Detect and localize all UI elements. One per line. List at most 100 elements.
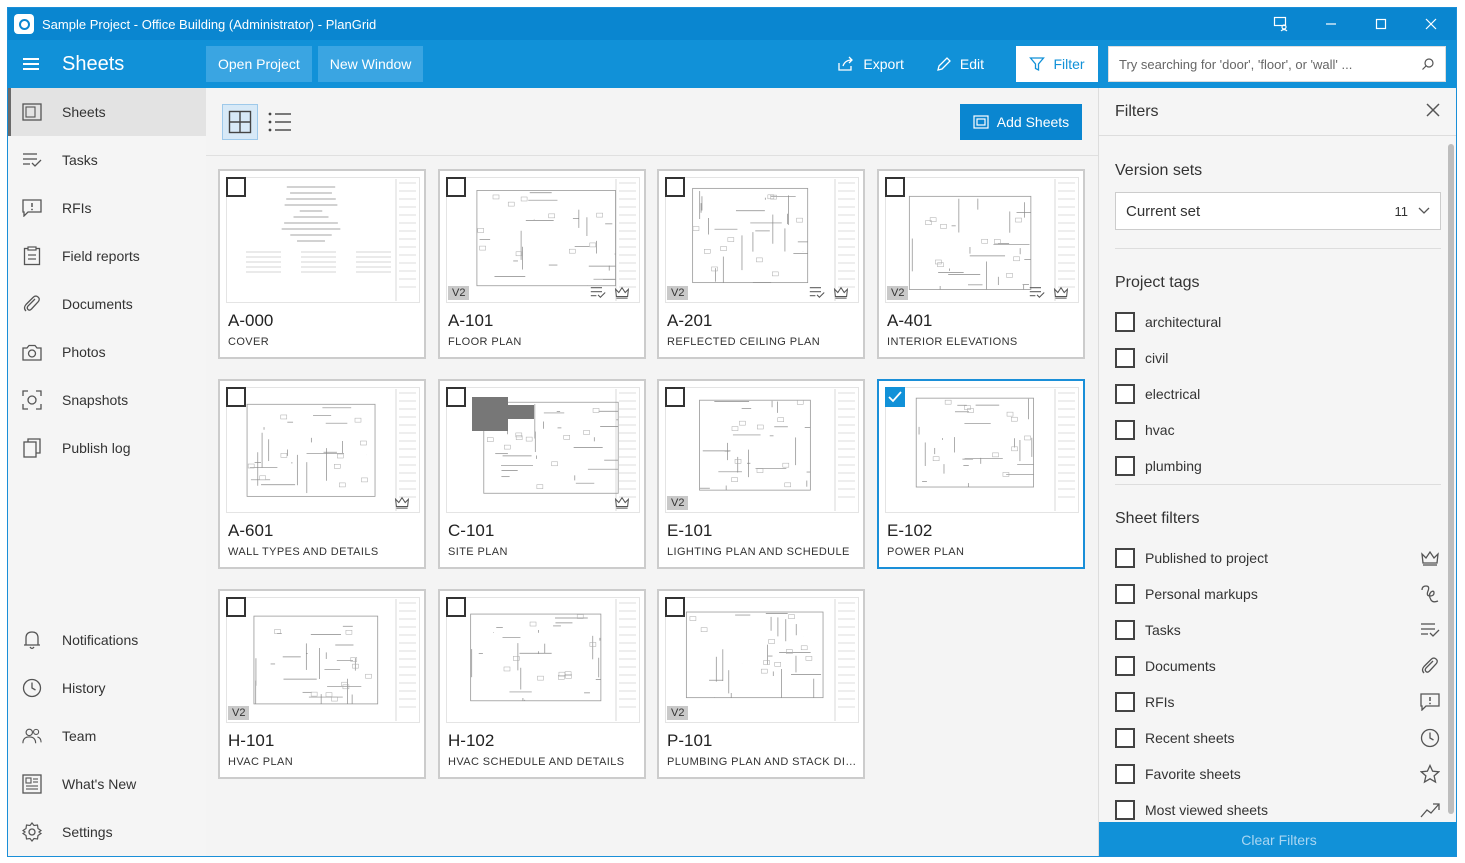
- checkbox[interactable]: [1115, 764, 1135, 784]
- sidebar-item-snapshots[interactable]: Snapshots: [8, 376, 206, 424]
- checkbox[interactable]: [1115, 656, 1135, 676]
- sidebar-item-settings[interactable]: Settings: [8, 808, 206, 856]
- checkbox[interactable]: [1115, 692, 1135, 712]
- checkbox[interactable]: [1115, 584, 1135, 604]
- menu-icon[interactable]: [8, 58, 54, 70]
- sheet-name: POWER PLAN: [887, 546, 965, 558]
- checkbox[interactable]: [1115, 312, 1135, 332]
- tag-filter-plumbing[interactable]: plumbing: [1115, 454, 1441, 478]
- open-project-button[interactable]: Open Project: [206, 46, 312, 82]
- sidebar-item-publish-log[interactable]: Publish log: [8, 424, 206, 472]
- sheet-filter-documents[interactable]: Documents: [1115, 654, 1441, 678]
- checkbox[interactable]: [1115, 728, 1135, 748]
- sidebar-item-photos[interactable]: Photos: [8, 328, 206, 376]
- sidebar-item-rfis[interactable]: RFIs: [8, 184, 206, 232]
- sidebar-item-history[interactable]: History: [8, 664, 206, 712]
- add-sheets-button[interactable]: Add Sheets: [960, 104, 1082, 140]
- sidebar-item-tasks[interactable]: Tasks: [8, 136, 206, 184]
- sheet-thumbnail[interactable]: [446, 387, 640, 513]
- grid-view-button[interactable]: [222, 104, 258, 140]
- sheet-thumbnail[interactable]: [226, 177, 420, 303]
- sheet-thumbnail[interactable]: [885, 387, 1079, 513]
- feedback-icon[interactable]: [1256, 8, 1306, 40]
- sheet-checkbox[interactable]: [226, 387, 246, 407]
- sheet-thumbnail[interactable]: [226, 387, 420, 513]
- minimize-button[interactable]: [1306, 8, 1356, 40]
- sheet-filter-personal-markups[interactable]: Personal markups: [1115, 582, 1441, 606]
- sheet-card[interactable]: V2 E-101 LIGHTING PLAN AND SCHEDULE: [657, 379, 865, 569]
- sheet-filter-published-to-project[interactable]: Published to project: [1115, 546, 1441, 570]
- sheet-filter-label: Personal markups: [1145, 586, 1258, 602]
- sheet-checkbox[interactable]: [885, 177, 905, 197]
- sidebar-item-sheets[interactable]: Sheets: [8, 88, 206, 136]
- edit-button[interactable]: Edit: [936, 56, 984, 72]
- sheet-name: FLOOR PLAN: [448, 336, 522, 348]
- maximize-button[interactable]: [1356, 8, 1406, 40]
- filter-button[interactable]: Filter: [1016, 46, 1098, 82]
- sheet-checkbox[interactable]: [665, 177, 685, 197]
- window-title: Sample Project - Office Building (Admini…: [42, 16, 377, 32]
- sheet-thumbnail[interactable]: [446, 597, 640, 723]
- checkbox[interactable]: [1115, 800, 1135, 820]
- pencil-icon: [936, 57, 951, 71]
- sidebar-item-documents[interactable]: Documents: [8, 280, 206, 328]
- sidebar-item-notifications[interactable]: Notifications: [8, 616, 206, 664]
- sheet-checkbox[interactable]: [885, 387, 905, 407]
- checkbox[interactable]: [1115, 384, 1135, 404]
- sheet-filter-recent-sheets[interactable]: Recent sheets: [1115, 726, 1441, 750]
- sheet-thumbnail[interactable]: [665, 177, 859, 303]
- trending-icon: [1419, 799, 1441, 821]
- version-badge: V2: [667, 706, 689, 720]
- export-button[interactable]: Export: [837, 56, 904, 72]
- sheet-card[interactable]: A-000 COVER: [218, 169, 426, 359]
- sheet-filter-tasks[interactable]: Tasks: [1115, 618, 1441, 642]
- sheet-checkbox[interactable]: [226, 177, 246, 197]
- sheet-checkbox[interactable]: [226, 597, 246, 617]
- sidebar-item-field-reports[interactable]: Field reports: [8, 232, 206, 280]
- grid-icon: [228, 110, 252, 134]
- tag-filter-hvac[interactable]: hvac: [1115, 418, 1441, 442]
- sheet-checkbox[interactable]: [665, 387, 685, 407]
- sheet-filter-rfis[interactable]: RFIs: [1115, 690, 1441, 714]
- tag-filter-electrical[interactable]: electrical: [1115, 382, 1441, 406]
- tag-filter-architectural[interactable]: architectural: [1115, 310, 1441, 334]
- checkbox[interactable]: [1115, 620, 1135, 640]
- sheet-code: A-401: [887, 311, 933, 330]
- filters-scrollbar[interactable]: [1448, 144, 1454, 814]
- sheet-thumbnail[interactable]: [665, 387, 859, 513]
- version-set-select[interactable]: Current set 11: [1115, 192, 1441, 230]
- sheet-filter-favorite-sheets[interactable]: Favorite sheets: [1115, 762, 1441, 786]
- list-view-button[interactable]: [262, 104, 298, 140]
- sheet-thumbnail[interactable]: [665, 597, 859, 723]
- checkbox[interactable]: [1115, 456, 1135, 476]
- sheet-card[interactable]: V2 A-401 INTERIOR ELEVATIONS: [877, 169, 1085, 359]
- sheet-card[interactable]: E-102 POWER PLAN: [877, 379, 1085, 569]
- new-window-button[interactable]: New Window: [317, 46, 424, 82]
- close-window-button[interactable]: [1406, 8, 1456, 40]
- close-icon[interactable]: [1426, 101, 1440, 122]
- sheet-filter-most-viewed-sheets[interactable]: Most viewed sheets: [1115, 798, 1441, 822]
- sheet-card[interactable]: V2 H-101 HVAC PLAN: [218, 589, 426, 779]
- sheet-checkbox[interactable]: [446, 387, 466, 407]
- sheet-card[interactable]: V2 P-101 PLUMBING PLAN AND STACK DIAG...: [657, 589, 865, 779]
- sheet-card[interactable]: H-102 HVAC SCHEDULE AND DETAILS: [438, 589, 646, 779]
- sheet-checkbox[interactable]: [665, 597, 685, 617]
- sheet-card[interactable]: C-101 SITE PLAN: [438, 379, 646, 569]
- version-set-count: 11: [1394, 203, 1409, 219]
- checkbox[interactable]: [1115, 420, 1135, 440]
- checkbox[interactable]: [1115, 548, 1135, 568]
- clear-filters-button[interactable]: Clear Filters: [1099, 822, 1456, 856]
- sheet-thumbnail[interactable]: [446, 177, 640, 303]
- sheet-thumbnail[interactable]: [885, 177, 1079, 303]
- sheet-card[interactable]: A-601 WALL TYPES AND DETAILS: [218, 379, 426, 569]
- sidebar-item-team[interactable]: Team: [8, 712, 206, 760]
- sidebar-item-what-s-new[interactable]: What's New: [8, 760, 206, 808]
- sheet-checkbox[interactable]: [446, 177, 466, 197]
- search-input[interactable]: Try searching for 'door', 'floor', or 'w…: [1108, 46, 1446, 82]
- tag-filter-civil[interactable]: civil: [1115, 346, 1441, 370]
- sheet-card[interactable]: V2 A-201 REFLECTED CEILING PLAN: [657, 169, 865, 359]
- checkbox[interactable]: [1115, 348, 1135, 368]
- sheet-thumbnail[interactable]: [226, 597, 420, 723]
- sheet-checkbox[interactable]: [446, 597, 466, 617]
- sheet-card[interactable]: V2 A-101 FLOOR PLAN: [438, 169, 646, 359]
